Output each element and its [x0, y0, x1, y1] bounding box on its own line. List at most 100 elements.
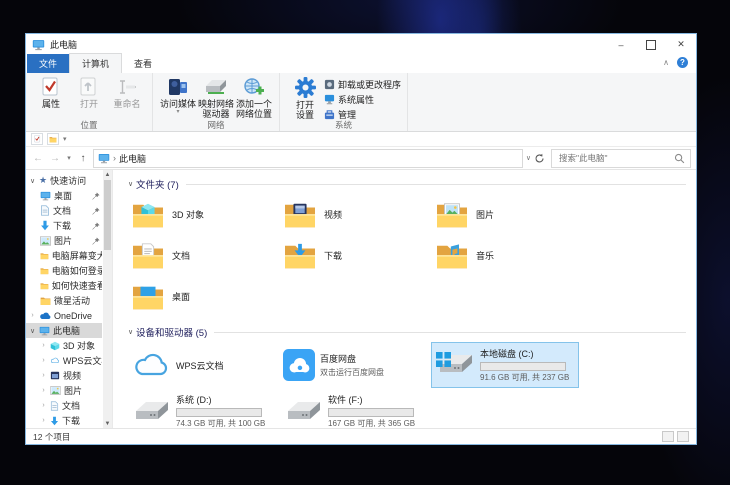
chevron-right-icon[interactable]: › — [29, 312, 36, 319]
drive-tile-f[interactable]: 软件 (F:) 167 GB 可用, 共 365 GB — [279, 388, 427, 428]
sidebar-item-onedrive[interactable]: › OneDrive — [26, 308, 102, 323]
sidebar-item-downloads[interactable]: 下载 — [26, 218, 102, 233]
sidebar-item-desktop[interactable]: 桌面 — [26, 188, 102, 203]
forward-button[interactable]: → — [48, 153, 62, 164]
sidebar-item-documents[interactable]: 文档 — [26, 203, 102, 218]
sidebar-item-folder[interactable]: 如何快速查看电 — [26, 278, 102, 293]
tab-computer[interactable]: 计算机 — [69, 53, 122, 73]
properties-button[interactable]: 属性 — [33, 76, 69, 109]
address-dropdown-caret-icon[interactable]: ∨ — [526, 154, 531, 162]
qat-properties-icon[interactable] — [31, 133, 43, 145]
chevron-down-icon[interactable]: ∨ — [127, 328, 134, 336]
thumbnail-view-icon[interactable] — [677, 431, 689, 442]
desktop-icon — [40, 191, 51, 201]
sidebar-item-folder[interactable]: 电脑如何登录CI — [26, 263, 102, 278]
folders-section-header[interactable]: ∨ 文件夹 (7) — [127, 177, 692, 191]
uninstall-button[interactable]: 卸载或更改程序 — [324, 78, 401, 91]
folder-music-icon — [435, 241, 469, 271]
scrollbar-thumb[interactable] — [104, 180, 111, 250]
folder-tile-3d-objects[interactable]: 3D 对象 — [127, 194, 279, 235]
folder-icon — [40, 296, 51, 306]
drive-tile-d[interactable]: 系统 (D:) 74.3 GB 可用, 共 100 GB — [127, 388, 275, 428]
maximize-button[interactable] — [636, 34, 666, 55]
folder-3d-icon — [131, 200, 165, 230]
folder-tile-downloads[interactable]: 下载 — [279, 235, 431, 276]
up-button[interactable]: ↑ — [76, 153, 90, 164]
qat-new-folder-icon[interactable] — [47, 133, 59, 145]
sidebar-item-3d-objects[interactable]: › 3D 对象 — [26, 338, 102, 353]
search-icon[interactable] — [674, 153, 685, 164]
chevron-down-icon[interactable]: ∨ — [29, 327, 36, 335]
access-media-icon — [167, 77, 189, 97]
folder-tile-videos[interactable]: 视频 — [279, 194, 431, 235]
back-button[interactable]: ← — [31, 153, 45, 164]
tab-view[interactable]: 查看 — [122, 54, 164, 73]
pin-icon — [92, 222, 102, 230]
onedrive-cloud-icon — [39, 312, 51, 320]
minimize-button[interactable]: – — [606, 34, 636, 55]
details-view-icon[interactable] — [662, 431, 674, 442]
group-label-network: 网络 — [153, 119, 279, 131]
folder-tile-desktop[interactable]: 桌面 — [127, 276, 279, 317]
system-properties-button[interactable]: 系统属性 — [324, 93, 401, 106]
collapse-ribbon-icon[interactable]: ∧ — [663, 58, 669, 67]
capacity-bar — [328, 408, 414, 417]
sidebar-item-pictures[interactable]: 图片 — [26, 233, 102, 248]
open-button: 打开 — [71, 76, 107, 109]
sidebar-item-documents[interactable]: › 文档 — [26, 398, 102, 413]
ribbon-group-network: 访问媒体 ▾ 映射网络 驱动器 添加一个 网络位置 网络 — [153, 73, 280, 131]
drive-tile-c[interactable]: 本地磁盘 (C:) 91.6 GB 可用, 共 237 GB — [431, 342, 579, 388]
pin-icon — [92, 207, 102, 215]
breadcrumb[interactable]: › 此电脑 — [93, 149, 523, 168]
chevron-down-icon[interactable]: ∨ — [29, 177, 36, 185]
chevron-right-icon[interactable]: › — [40, 402, 47, 409]
search-box[interactable] — [551, 149, 691, 168]
sidebar-item-wps-cloud[interactable]: › WPS云文档 — [26, 353, 102, 368]
refresh-icon[interactable] — [534, 153, 545, 164]
scroll-up-icon[interactable]: ▲ — [103, 170, 112, 179]
sidebar-item-pictures[interactable]: › 图片 — [26, 383, 102, 398]
sidebar-item-folder[interactable]: 电脑屏幕变大变 — [26, 248, 102, 263]
sidebar-item-quick-access[interactable]: ∨ ★ 快速访问 — [26, 173, 102, 188]
close-button[interactable]: ✕ — [666, 34, 696, 55]
help-icon[interactable]: ? — [677, 57, 688, 68]
drive-tile-wps-cloud[interactable]: WPS云文档 — [127, 342, 275, 388]
map-network-drive-button[interactable]: 映射网络 驱动器 — [198, 76, 234, 120]
ribbon-group-location: 属性 打开 重命名 位置 — [26, 73, 153, 131]
breadcrumb-path: 此电脑 — [119, 152, 146, 165]
map-network-drive-icon — [204, 77, 228, 97]
windows-logo-icon — [436, 352, 451, 367]
folder-tile-pictures[interactable]: 图片 — [431, 194, 583, 235]
sidebar-item-downloads[interactable]: › 下载 — [26, 413, 102, 428]
folder-tile-music[interactable]: 音乐 — [431, 235, 583, 276]
open-settings-button[interactable]: 打开 设置 — [287, 76, 323, 121]
sidebar-scrollbar[interactable]: ▲ ▼ — [103, 170, 112, 428]
chevron-right-icon[interactable]: › — [40, 387, 47, 394]
folders-grid: 3D 对象 视频 图片 文档 下载 — [127, 194, 692, 317]
system-properties-icon — [324, 94, 335, 105]
ribbon: 属性 打开 重命名 位置 访问媒体 ▾ 映射网络 驱动器 — [26, 73, 696, 132]
sidebar-item-this-pc[interactable]: ∨ 此电脑 — [26, 323, 102, 338]
access-media-button[interactable]: 访问媒体 ▾ — [160, 76, 196, 116]
scroll-down-icon[interactable]: ▼ — [103, 419, 112, 428]
add-network-location-button[interactable]: 添加一个 网络位置 — [236, 76, 272, 120]
sidebar-item-folder[interactable]: 微星活动 — [26, 293, 102, 308]
title-bar: 此电脑 – ✕ — [26, 34, 696, 55]
status-bar: 12 个项目 — [26, 428, 696, 444]
folder-tile-documents[interactable]: 文档 — [127, 235, 279, 276]
chevron-right-icon[interactable]: › — [40, 372, 47, 379]
drives-section-header[interactable]: ∨ 设备和驱动器 (5) — [127, 325, 692, 339]
chevron-right-icon[interactable]: › — [40, 342, 47, 349]
chevron-down-icon[interactable]: ∨ — [127, 180, 134, 188]
drive-tile-baidu-netdisk[interactable]: 百度网盘 双击运行百度网盘 — [279, 342, 427, 388]
tab-file[interactable]: 文件 — [27, 54, 69, 73]
recent-locations-caret-icon[interactable]: ▾ — [65, 154, 73, 162]
chevron-right-icon[interactable]: › — [40, 417, 47, 424]
item-count: 12 个项目 — [33, 431, 70, 443]
group-label-system: 系统 — [280, 119, 407, 131]
3d-cube-icon — [50, 341, 60, 351]
search-input[interactable] — [557, 152, 674, 164]
chevron-right-icon[interactable]: › — [40, 357, 47, 364]
sidebar-item-videos[interactable]: › 视频 — [26, 368, 102, 383]
qat-customize-caret-icon[interactable]: ▾ — [63, 135, 67, 143]
